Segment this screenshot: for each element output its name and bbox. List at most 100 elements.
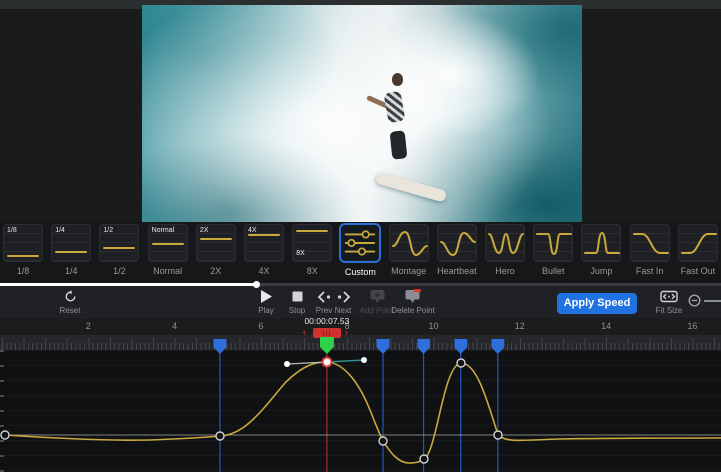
montage-curve-icon	[390, 225, 430, 263]
curve-point[interactable]	[457, 359, 465, 367]
preset-caption: Bullet	[542, 266, 565, 276]
speed-preset-list: 1/81/81/41/41/21/2NormalNormal2X2X4X4X8X…	[0, 224, 721, 282]
preset-custom[interactable]: Custom	[339, 224, 381, 282]
timeline-ruler-area: 246810121416 00:00:07.53 ‹ ›	[0, 318, 721, 350]
stop-icon	[292, 290, 303, 303]
speed-level-line	[296, 230, 328, 232]
curve-point-selected[interactable]	[323, 358, 332, 367]
curve-point[interactable]	[1, 431, 9, 439]
ruler-number: 16	[687, 321, 697, 331]
preset-4x[interactable]: 4X4X	[243, 224, 285, 282]
preset-thumbnail[interactable]: 1/8	[3, 224, 43, 262]
preset-bullet[interactable]: Bullet	[532, 224, 574, 282]
preset-caption: Fast Out	[681, 266, 716, 276]
video-frame	[142, 5, 582, 222]
ruler-number: 6	[258, 321, 263, 331]
fit-size-button[interactable]: Fit Size	[647, 290, 691, 315]
scrub-left-chevron[interactable]: ‹	[303, 327, 306, 337]
preset-thumbnail[interactable]: Normal	[148, 224, 188, 262]
preset-2x[interactable]: 2X2X	[195, 224, 237, 282]
timeline-zoom-slider[interactable]	[704, 300, 721, 302]
play-label: Play	[258, 306, 274, 315]
preset-thumbnail[interactable]	[533, 224, 573, 262]
curve-point[interactable]	[494, 431, 502, 439]
preset-1-8[interactable]: 1/8 1/8	[2, 224, 44, 282]
preset-caption: 1/2	[113, 266, 126, 276]
preset-fast-in[interactable]: Fast In	[629, 224, 671, 282]
speed-curve-canvas[interactable]	[0, 350, 721, 472]
speed-level-line	[152, 243, 184, 245]
surfer-head-shape	[392, 73, 403, 86]
preset-thumbnail[interactable]: 1/2	[99, 224, 139, 262]
fastin-curve-icon	[631, 225, 671, 263]
preset-hero[interactable]: Hero	[484, 224, 526, 282]
speed-level-line	[55, 251, 87, 253]
preset-caption: 8X	[307, 266, 318, 276]
reset-icon	[64, 290, 77, 303]
preset-1-2[interactable]: 1/21/2	[98, 224, 140, 282]
reset-button[interactable]: Reset	[48, 290, 92, 315]
zoom-out-icon[interactable]	[688, 294, 701, 312]
preset-thumbnail[interactable]	[389, 224, 429, 262]
heartbeat-curve-icon	[438, 225, 478, 263]
preset-heartbeat[interactable]: Heartbeat	[436, 224, 478, 282]
ruler-number: 10	[428, 321, 438, 331]
ruler-number: 2	[86, 321, 91, 331]
preset-caption: Jump	[590, 266, 612, 276]
timeline-ruler[interactable]	[0, 335, 721, 350]
curve-point[interactable]	[420, 455, 428, 463]
preset-thumbnail[interactable]: 2X	[196, 224, 236, 262]
bezier-handle-dot[interactable]	[284, 361, 290, 367]
seek-bar[interactable]	[0, 283, 721, 286]
preset-jump[interactable]: Jump	[580, 224, 622, 282]
speed-curve-graph[interactable]	[0, 350, 721, 472]
fastout-curve-icon	[679, 225, 719, 263]
preset-thumbnail[interactable]: 4X	[244, 224, 284, 262]
preset-caption: 2X	[210, 266, 221, 276]
preset-fast-out[interactable]: Fast Out	[677, 224, 719, 282]
preset-caption: Custom	[345, 267, 376, 277]
preset-caption: Fast In	[636, 266, 664, 276]
preset-thumbnail[interactable]	[437, 224, 477, 262]
playhead-timestamp: 00:00:07.53	[282, 316, 372, 326]
surfer-torso-shape	[384, 91, 406, 123]
hero-curve-icon	[486, 225, 526, 263]
preset-1-4[interactable]: 1/41/4	[50, 224, 92, 282]
jump-curve-icon	[582, 225, 622, 263]
ruler-minor-ticks	[0, 343, 721, 350]
seek-bar-fill	[0, 283, 256, 286]
preset-inner-label: 1/8	[7, 227, 17, 235]
scrub-right-chevron[interactable]: ›	[345, 327, 348, 337]
preset-thumbnail[interactable]: 1/4	[51, 224, 91, 262]
apply-speed-button[interactable]: Apply Speed	[557, 293, 637, 314]
preset-thumbnail[interactable]	[678, 224, 718, 262]
delete-point-button[interactable]: Delete Point	[382, 290, 444, 315]
preset-thumbnail[interactable]: 8X	[292, 224, 332, 262]
curve-point[interactable]	[379, 437, 387, 445]
delete-point-label: Delete Point	[391, 306, 435, 315]
seek-handle[interactable]	[253, 281, 260, 288]
play-icon	[261, 290, 272, 303]
custom-sliders-icon	[341, 225, 379, 261]
speed-level-line	[7, 255, 39, 257]
preset-thumbnail[interactable]	[630, 224, 670, 262]
speed-level-line	[200, 238, 232, 240]
speed-level-line	[248, 234, 280, 236]
fit-size-label: Fit Size	[656, 306, 683, 315]
preset-montage[interactable]: Montage	[388, 224, 430, 282]
preset-inner-label: Normal	[152, 227, 175, 235]
preset-thumbnail[interactable]	[485, 224, 525, 262]
bezier-handle-dot[interactable]	[361, 357, 367, 363]
toolbar: Reset Play Stop Prev Next Add Point	[0, 283, 721, 318]
preset-normal[interactable]: NormalNormal	[147, 224, 189, 282]
scrub-handle[interactable]	[313, 328, 341, 338]
preset-caption: 1/8	[17, 266, 30, 276]
surfboard-shape	[375, 171, 448, 202]
surfer-legs-shape	[389, 130, 407, 159]
curve-point[interactable]	[216, 432, 224, 440]
preset-inner-label: 1/4	[55, 227, 65, 235]
preset-8x[interactable]: 8X8X	[291, 224, 333, 282]
preset-thumbnail[interactable]	[581, 224, 621, 262]
speed-ramping-window: { "preview": {"description": "surfer rid…	[0, 0, 721, 472]
preset-thumbnail[interactable]	[339, 223, 381, 263]
